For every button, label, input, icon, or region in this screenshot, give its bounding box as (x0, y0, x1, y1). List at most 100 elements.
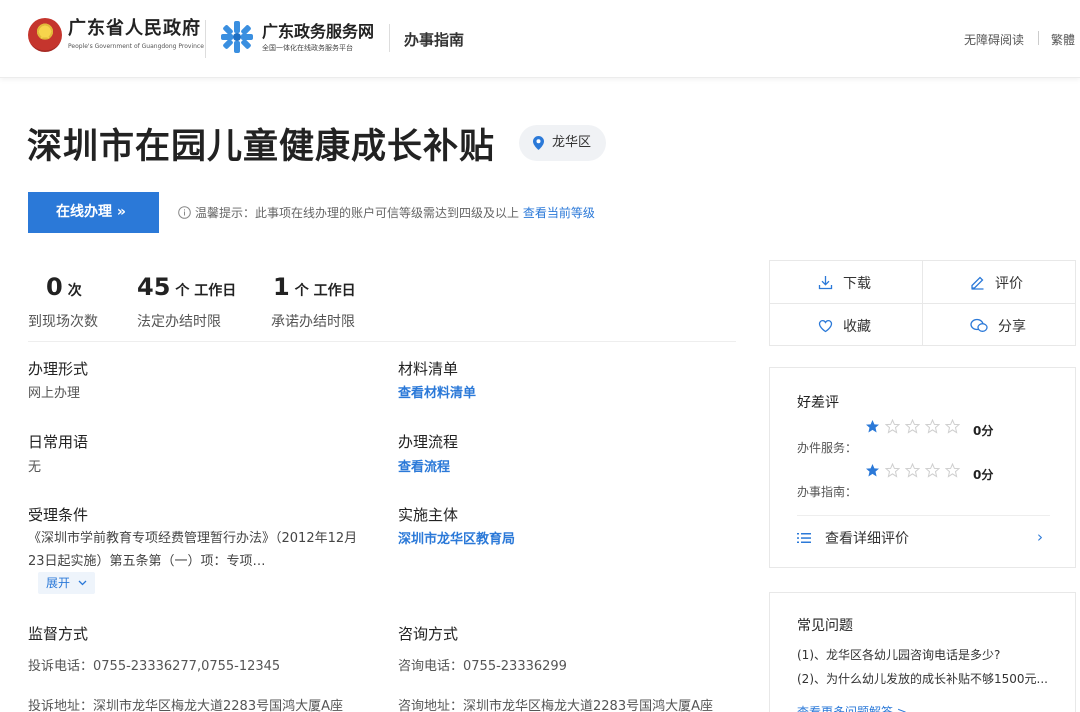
chevron-down-icon (78, 580, 87, 586)
process-label: 办理流程 (398, 433, 459, 451)
site-header: 广东省人民政府 People's Government of Guangdong… (0, 0, 1080, 78)
terms-value: 无 (28, 460, 42, 475)
agency-label: 实施主体 (398, 506, 459, 524)
edit-icon (971, 276, 984, 290)
stat-legal-time: 45 个 工作日 (137, 273, 236, 301)
supervise-address: 投诉地址：深圳市龙华区梅龙大道2283号国鸿大厦A座 (28, 699, 343, 712)
consult-address: 咨询地址：深圳市龙华区梅龙大道2283号国鸿大厦A座 (398, 699, 713, 712)
star-icon[interactable] (924, 462, 941, 478)
section-divider (28, 341, 736, 342)
tip-banner: 温馨提示：此事项在线办理的账户可信等级需达到四级及以上 查看当前等级 (178, 204, 595, 221)
service-site-subtitle: 全国一体化在线政务服务平台 (262, 44, 353, 52)
faq-title: 常见问题 (797, 618, 853, 634)
service-score: 0分 (973, 424, 994, 438)
supervise-phone: 投诉电话：0755-23336277,0755-12345 (28, 659, 281, 674)
share-button[interactable]: 分享 (970, 316, 1026, 336)
stat-label-text: 法定办结时限 (137, 314, 221, 330)
stat-promised-time: 1个 工作日 (273, 273, 356, 301)
header-divider (1038, 31, 1039, 45)
stat-label: 承诺办结时限 (271, 306, 355, 331)
actions-panel: 下载 评价 收藏 分享 (769, 260, 1076, 346)
stat-value: 1 (273, 273, 290, 301)
emblem-icon (28, 18, 62, 52)
service-site-title[interactable]: 广东政务服务网 (262, 18, 374, 42)
stat-value: 45 (137, 273, 171, 301)
terms-label: 日常用语 (28, 433, 89, 451)
download-label: 下载 (843, 276, 871, 292)
accessibility-link[interactable]: 无障碍阅读 (964, 31, 1024, 48)
conditions-value: 《深圳市学前教育专项经费管理暂行办法》（2012年12月23日起实施）第五条第（… (28, 531, 358, 569)
materials-link[interactable]: 查看材料清单 (398, 382, 476, 401)
favorite-button[interactable]: 收藏 (818, 316, 871, 336)
service-rating-label: 办件服务： (797, 441, 858, 455)
list-icon (797, 533, 811, 543)
guide-rating-label: 办事指南： (797, 485, 858, 499)
evaluate-button[interactable]: 评价 (970, 273, 1023, 293)
star-icon[interactable] (904, 418, 921, 434)
traditional-chinese-link[interactable]: 繁體 (1051, 31, 1075, 48)
view-detail-rating-link[interactable]: 查看详细评价 (797, 528, 909, 548)
star-icon[interactable] (904, 462, 921, 478)
stat-visits: 0次 (46, 273, 82, 301)
service-logo-icon (221, 21, 253, 53)
form-label: 办理形式 (28, 360, 89, 378)
share-icon (970, 318, 988, 332)
stat-unit: 次 (67, 283, 82, 299)
download-icon (818, 276, 833, 290)
star-icon[interactable] (865, 419, 880, 434)
heart-icon (818, 319, 833, 333)
stat-value: 0 (46, 273, 63, 301)
faq-more-link[interactable]: 查看更多问题解答 > (797, 703, 907, 712)
consult-phone: 咨询电话：0755-23336299 (398, 659, 567, 674)
stat-unit: 个 工作日 (294, 283, 356, 299)
share-label: 分享 (998, 319, 1026, 335)
stat-label: 法定办结时限 (137, 306, 221, 331)
view-detail-label: 查看详细评价 (825, 531, 909, 547)
expand-label: 展开 (46, 576, 71, 590)
star-icon[interactable] (945, 418, 961, 434)
materials-label: 材料清单 (398, 360, 459, 378)
region-badge[interactable]: 龙华区 (519, 125, 606, 161)
service-stars[interactable] (865, 418, 961, 438)
header-divider (389, 24, 390, 52)
stat-label-text: 承诺办结时限 (271, 314, 355, 330)
section-title: 办事指南 (404, 31, 465, 49)
form-value: 网上办理 (28, 386, 81, 401)
conditions-label: 受理条件 (28, 506, 89, 524)
stat-label-text: 到现场次数 (28, 314, 98, 330)
rating-divider (797, 515, 1050, 516)
stat-unit: 个 工作日 (175, 283, 237, 299)
star-icon[interactable] (865, 463, 880, 478)
evaluate-label: 评价 (995, 276, 1023, 292)
agency-link[interactable]: 深圳市龙华区教育局 (398, 528, 515, 547)
star-icon[interactable] (924, 418, 941, 434)
expand-button[interactable]: 展开 (38, 572, 95, 594)
download-button[interactable]: 下载 (818, 273, 871, 293)
gov-title[interactable]: 广东省人民政府 (68, 14, 201, 40)
faq-panel: 常见问题 (1)、龙华区各幼儿园咨询电话是多少? (2)、为什么幼儿发放的成长补… (769, 592, 1076, 712)
rating-panel: 好差评 0分 办件服务： 0分 办事指南： 查看详细评价 › (769, 367, 1076, 568)
online-apply-button[interactable]: 在线办理 » (28, 192, 159, 233)
guide-score: 0分 (973, 468, 994, 482)
favorite-label: 收藏 (843, 319, 871, 335)
view-level-link[interactable]: 查看当前等级 (523, 206, 595, 220)
tip-text: 温馨提示：此事项在线办理的账户可信等级需达到四级及以上 (195, 206, 520, 220)
page-title: 深圳市在园儿童健康成长补贴 (27, 127, 496, 167)
process-link[interactable]: 查看流程 (398, 456, 450, 475)
star-icon[interactable] (884, 418, 901, 434)
stat-label: 到现场次数 (28, 306, 98, 331)
gov-subtitle: People's Government of Guangdong Provinc… (68, 43, 204, 50)
supervise-label: 监督方式 (28, 625, 89, 643)
guide-stars[interactable] (865, 462, 961, 482)
star-icon[interactable] (884, 462, 901, 478)
region-label: 龙华区 (552, 135, 592, 150)
location-icon (533, 136, 544, 150)
star-icon[interactable] (945, 462, 961, 478)
rating-title: 好差评 (797, 395, 839, 411)
header-divider (205, 20, 206, 58)
info-icon (178, 206, 191, 219)
chevron-right-icon[interactable]: › (1037, 528, 1043, 546)
faq-item[interactable]: (2)、为什么幼儿发放的成长补贴不够1500元... (797, 670, 1048, 687)
faq-item[interactable]: (1)、龙华区各幼儿园咨询电话是多少? (797, 646, 1000, 663)
consult-label: 咨询方式 (398, 625, 459, 643)
